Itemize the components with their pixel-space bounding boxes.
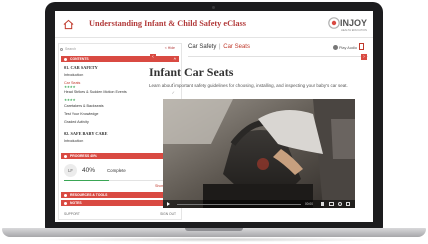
speaker-icon[interactable] (333, 45, 338, 50)
progress-fill (64, 180, 109, 182)
app-header: Understanding Infant & Child Safety eCla… (55, 11, 373, 38)
sidebar-item-introduction[interactable]: Introduction (64, 73, 83, 77)
sidebar-item-caretakers[interactable]: Caretakers & Backseats (64, 104, 104, 108)
support-link[interactable]: SUPPORT (64, 212, 80, 216)
list-icon (64, 57, 67, 61)
laptop-shadow (30, 237, 398, 242)
search-input[interactable]: Search (65, 47, 76, 51)
tools-icon (64, 193, 67, 197)
contents-bar[interactable]: CONTENTS ˄ (61, 56, 179, 62)
app-title: Understanding Infant & Child Safety eCla… (89, 19, 246, 28)
svg-text:INJOY: INJOY (340, 18, 367, 28)
svg-text:HEALTH EDUCATION: HEALTH EDUCATION (341, 28, 367, 32)
progress-label: PROGRESS 40% (70, 154, 97, 158)
contents-label: CONTENTS (70, 57, 89, 61)
play-audio-button[interactable]: Play Audio (339, 46, 357, 50)
chart-icon (64, 154, 67, 158)
page-intro: Learn about important safety guidelines … (149, 83, 348, 88)
progress-percent: 40% (82, 167, 96, 174)
rating-stars: ★★★★ (64, 98, 76, 102)
sidebar-item-test[interactable]: Test Your Knowledge (64, 112, 98, 116)
progress-track (64, 180, 176, 182)
volume-icon[interactable] (321, 202, 324, 206)
progress-status: Complete (107, 168, 126, 173)
video-controls: 00:00 (163, 200, 355, 208)
next-page-button[interactable]: › (361, 54, 367, 60)
captions-icon[interactable] (329, 202, 334, 206)
sidebar-item-introduction-2[interactable]: Introduction (64, 139, 83, 143)
breadcrumb: Car Safety | Car Seats (188, 44, 250, 50)
video-time: 00:00 (305, 201, 313, 206)
notes-bar[interactable]: NOTES ˅ (61, 200, 179, 206)
breadcrumb-current: Car Seats (223, 44, 250, 50)
resources-bar[interactable]: RESOURCES & TOOLS ˅ (61, 192, 179, 198)
notes-icon (64, 201, 67, 205)
signout-link[interactable]: SIGN OUT (160, 212, 176, 216)
video-scrubber[interactable] (177, 203, 301, 205)
video-frame-image (163, 99, 355, 208)
gear-icon[interactable] (338, 202, 342, 206)
divider (188, 56, 368, 57)
video-player[interactable]: 00:00 (163, 99, 355, 208)
injoy-logo: INJOY HEALTH EDUCATION (328, 17, 367, 32)
notes-label: NOTES (70, 201, 82, 205)
previous-page-button[interactable]: ‹ (150, 54, 156, 60)
page-title: Infant Car Seats (149, 65, 234, 79)
fullscreen-icon[interactable] (346, 202, 350, 206)
search-icon[interactable] (60, 48, 63, 51)
sidebar-item-graded-activity[interactable]: Graded Activity (64, 120, 89, 124)
progress-bar-header[interactable]: PROGRESS 40% ˄ (61, 153, 179, 159)
rating-stars: ★★★★ (64, 85, 76, 89)
chevron-up-icon: ˄ (173, 56, 176, 61)
play-icon[interactable] (167, 202, 170, 206)
bookmark-icon[interactable] (359, 43, 364, 50)
sidebar-item-head-strikes[interactable]: Head Strikes & Sudden Motion Events (64, 90, 127, 94)
check-icon: ✓ (171, 90, 175, 95)
section-title-car-safety: 01. CAR SAFETY (64, 65, 98, 70)
camera-icon (212, 6, 215, 9)
avatar: LF (64, 164, 77, 177)
section-title-safe-baby-care: 02. SAFE BABY CARE (64, 131, 108, 136)
breadcrumb-parent[interactable]: Car Safety (188, 44, 216, 50)
breadcrumb-separator: | (219, 44, 221, 50)
laptop-base (2, 228, 426, 237)
hide-sidebar-button[interactable]: < Hide (165, 46, 175, 50)
home-icon[interactable] (63, 19, 74, 30)
laptop-notch (185, 228, 243, 231)
resources-label: RESOURCES & TOOLS (70, 193, 108, 197)
